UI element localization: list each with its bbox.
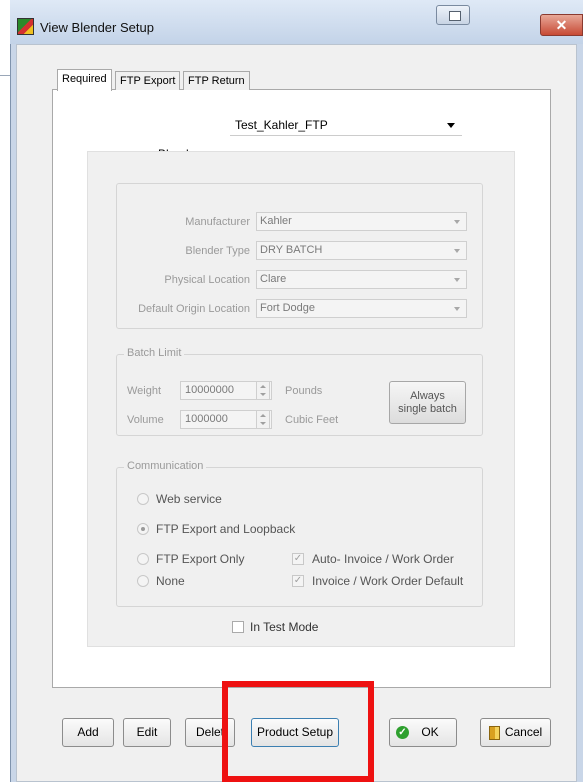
invoice-default-checkbox[interactable]: ✓ bbox=[292, 575, 304, 587]
manufacturer-combo[interactable]: Kahler bbox=[256, 212, 467, 231]
ftp-export-loopback-label: FTP Export and Loopback bbox=[156, 522, 296, 536]
check-icon: ✓ bbox=[396, 726, 409, 739]
manufacturer-label: Manufacturer bbox=[185, 216, 250, 228]
physical-location-combo[interactable]: Clare bbox=[256, 270, 467, 289]
ok-label: OK bbox=[421, 725, 439, 739]
batch-limit-legend: Batch Limit bbox=[124, 347, 185, 359]
chevron-down-icon bbox=[454, 220, 460, 224]
blender-type-combo[interactable]: DRY BATCH bbox=[256, 241, 467, 260]
volume-spinner[interactable] bbox=[256, 410, 270, 429]
invoice-default-label: Invoice / Work Order Default bbox=[312, 574, 464, 588]
auto-invoice-checkbox[interactable]: ✓ bbox=[292, 553, 304, 565]
exit-door-icon bbox=[489, 726, 500, 740]
blender-type-value: DRY BATCH bbox=[260, 244, 323, 256]
ok-button[interactable]: ✓ OK bbox=[389, 718, 457, 747]
highlight-annotation-box bbox=[222, 681, 374, 782]
none-radio[interactable] bbox=[137, 575, 149, 587]
communication-legend: Communication bbox=[124, 460, 207, 472]
ftp-export-only-radio[interactable] bbox=[137, 553, 149, 565]
default-origin-label: Default Origin Location bbox=[138, 303, 250, 315]
ftp-export-only-label: FTP Export Only bbox=[156, 552, 245, 566]
physical-location-label: Physical Location bbox=[164, 274, 250, 286]
weight-label: Weight bbox=[127, 385, 162, 397]
always-single-batch-button[interactable]: Always single batch bbox=[389, 381, 466, 424]
auto-invoice-label: Auto- Invoice / Work Order bbox=[312, 552, 454, 566]
window-icon bbox=[449, 11, 461, 21]
chevron-down-icon bbox=[447, 123, 455, 128]
web-service-radio[interactable] bbox=[137, 493, 149, 505]
spin-down-icon bbox=[260, 393, 266, 396]
chevron-down-icon bbox=[454, 278, 460, 282]
weight-unit: Pounds bbox=[285, 385, 323, 397]
test-mode-checkbox[interactable] bbox=[232, 621, 244, 633]
cancel-button[interactable]: Cancel bbox=[480, 718, 551, 747]
none-label: None bbox=[156, 574, 185, 588]
chevron-down-icon bbox=[454, 249, 460, 253]
close-button[interactable]: ✕ bbox=[540, 14, 583, 36]
default-origin-combo[interactable]: Fort Dodge bbox=[256, 299, 467, 318]
spin-up-icon bbox=[260, 385, 266, 388]
test-mode-label: In Test Mode bbox=[250, 620, 319, 634]
default-origin-value: Fort Dodge bbox=[260, 302, 316, 314]
blender-app-icon bbox=[17, 18, 34, 35]
weight-spinner[interactable] bbox=[256, 381, 270, 400]
spin-up-icon bbox=[260, 414, 266, 417]
ftp-export-loopback-radio[interactable] bbox=[137, 523, 149, 535]
desktop-background bbox=[0, 0, 10, 782]
tab-required[interactable]: Required bbox=[57, 69, 112, 91]
add-button[interactable]: Add bbox=[62, 718, 114, 747]
physical-location-value: Clare bbox=[260, 273, 287, 285]
chevron-down-icon bbox=[454, 307, 460, 311]
web-service-label: Web service bbox=[156, 492, 222, 506]
window-title: View Blender Setup bbox=[40, 20, 154, 35]
tab-ftp-return[interactable]: FTP Return bbox=[183, 71, 250, 90]
volume-unit: Cubic Feet bbox=[285, 414, 339, 426]
tab-ftp-export[interactable]: FTP Export bbox=[115, 71, 181, 90]
minimize-button[interactable] bbox=[436, 5, 470, 25]
spin-down-icon bbox=[260, 422, 266, 425]
desktop-divider bbox=[0, 75, 10, 76]
edit-button[interactable]: Edit bbox=[123, 718, 171, 747]
volume-label: Volume bbox=[127, 414, 164, 426]
manufacturer-value: Kahler bbox=[260, 215, 292, 227]
blender-type-label: Blender Type bbox=[185, 245, 250, 257]
always-button-line1: Always bbox=[410, 390, 445, 402]
always-button-line2: single batch bbox=[398, 403, 457, 415]
blender-value: Test_Kahler_FTP bbox=[235, 118, 328, 132]
